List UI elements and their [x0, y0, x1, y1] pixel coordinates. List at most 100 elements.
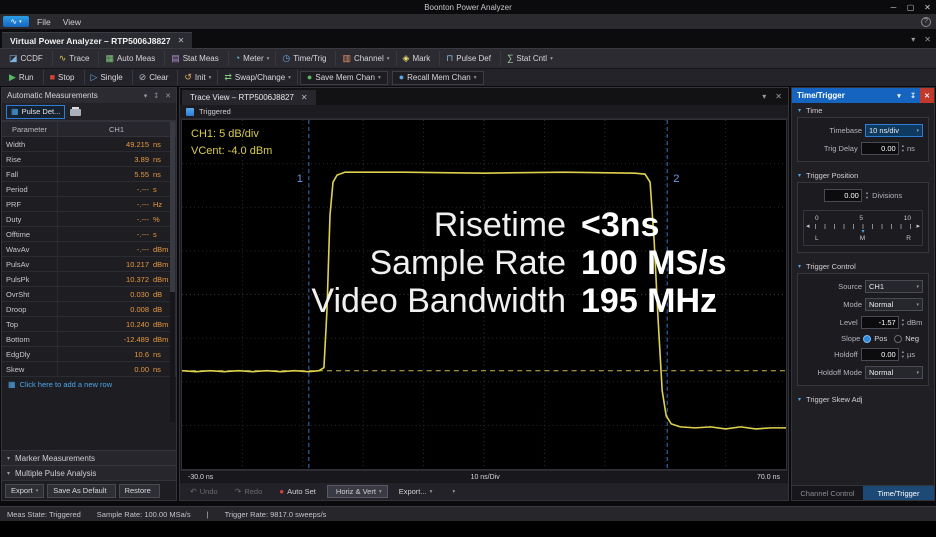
left-panel-scrollbar[interactable]: [170, 122, 175, 422]
tabstrip-close-icon[interactable]: ✕: [924, 35, 931, 44]
slider-left-arrow-icon[interactable]: ◂: [806, 222, 810, 230]
pin-icon[interactable]: ↧: [906, 88, 920, 103]
trace-footer-button[interactable]: ↷ Redo: [229, 485, 272, 498]
boonton-logo-icon[interactable]: ∿▾: [3, 16, 29, 27]
holdoff-input[interactable]: [861, 348, 899, 361]
measurement-name: Offtime: [2, 227, 58, 242]
right-panel-tab[interactable]: Time/Trigger: [863, 486, 934, 500]
trace-footer-button[interactable]: ▾: [440, 485, 461, 498]
control-toolbar-button[interactable]: ⊘ Clear: [133, 70, 179, 85]
collapsed-section-header[interactable]: ▾ Multiple Pulse Analysis: [2, 465, 176, 480]
oscilloscope-display[interactable]: 12 CH1: 5 dB/div VCent: -4.0 dBm Risetim…: [181, 119, 787, 470]
footer-button[interactable]: Export ▾: [5, 484, 44, 498]
measurement-row[interactable]: Period -.---s: [2, 182, 176, 197]
spinner-control[interactable]: ▴▾: [902, 350, 904, 358]
app-tab[interactable]: Virtual Power Analyzer – RTP5006J8827 ✕: [2, 32, 192, 48]
scrollbar-thumb[interactable]: [170, 122, 175, 292]
trig-delay-input[interactable]: [861, 142, 899, 155]
measurement-row[interactable]: WavAv -.---dBm: [2, 242, 176, 257]
timebase-dropdown[interactable]: 10 ns/div ▾: [865, 124, 923, 137]
measurement-row[interactable]: PRF -.---Hz: [2, 197, 176, 212]
slope-pos-radio[interactable]: [863, 335, 871, 343]
measurement-row[interactable]: OvrSht 0.030dB: [2, 287, 176, 302]
app-tab-close-icon[interactable]: ✕: [178, 36, 185, 45]
pin-icon[interactable]: ↧: [153, 92, 159, 100]
view-toolbar-button[interactable]: ∑ Stat Cntl ▾: [501, 51, 559, 66]
control-toolbar-button[interactable]: ■ Stop: [44, 70, 85, 85]
minimize-icon[interactable]: ─: [885, 0, 902, 14]
spinner-control[interactable]: ▴▾: [866, 191, 868, 199]
add-measurement-row[interactable]: ▦ Click here to add a new row: [2, 377, 176, 392]
measurement-row[interactable]: PulsPk 10.372dBm: [2, 272, 176, 287]
panel-close-icon[interactable]: ✕: [775, 92, 782, 101]
menu-item[interactable]: View: [57, 17, 87, 27]
collapsed-section-header[interactable]: ▾ Marker Measurements: [2, 450, 176, 465]
print-icon[interactable]: [70, 109, 81, 116]
control-toolbar-button[interactable]: ▶ Run: [3, 70, 44, 85]
spinner-control[interactable]: ▴▾: [902, 318, 904, 326]
footer-button[interactable]: Restore: [119, 484, 160, 498]
trace-footer-button[interactable]: Export... ▾: [390, 485, 439, 498]
control-toolbar-button[interactable]: ⇄ Swap/Change ▾: [218, 70, 298, 85]
view-toolbar-button[interactable]: ∿ Trace: [53, 51, 100, 66]
slider-right-arrow-icon[interactable]: ▸: [916, 222, 920, 230]
control-toolbar-button[interactable]: ● Save Mem Chan ▾: [300, 71, 388, 85]
panel-close-icon[interactable]: ✕: [920, 88, 934, 103]
measurement-row[interactable]: Rise 3.89ns: [2, 152, 176, 167]
view-toolbar-button[interactable]: ◔ Meter ▾: [229, 51, 277, 66]
maximize-icon[interactable]: ▢: [902, 0, 919, 14]
slope-neg-radio[interactable]: [894, 335, 902, 343]
trace-footer-button[interactable]: ↶ Undo: [184, 485, 227, 498]
view-toolbar-button[interactable]: ◷ Time/Trig: [276, 51, 336, 66]
trigger-skew-header[interactable]: ▾ Trigger Skew Adj: [792, 392, 934, 406]
trigger-position-input[interactable]: [824, 189, 862, 202]
time-section-header[interactable]: ▾ Time: [792, 103, 934, 117]
control-toolbar-button[interactable]: ● Recall Mem Chan ▾: [392, 71, 484, 85]
measurement-row[interactable]: Width 49.215ns: [2, 137, 176, 152]
measurement-row[interactable]: Fall 5.55ns: [2, 167, 176, 182]
trigger-position-slider[interactable]: ◂ ▸ 0510 ▾ LMR: [803, 210, 923, 246]
tab-list-caret-icon[interactable]: ▾: [911, 35, 915, 44]
measurement-row[interactable]: Offtime -.---s: [2, 227, 176, 242]
view-toolbar-button[interactable]: ⊓ Pulse Def: [440, 51, 501, 66]
trigger-level-input[interactable]: [861, 316, 899, 329]
view-toolbar-button[interactable]: ▦ Auto Meas: [99, 51, 165, 66]
menu-item[interactable]: File: [31, 17, 57, 27]
measurement-value: 0.008dB: [58, 302, 176, 317]
trace-tab-close-icon[interactable]: ✕: [301, 93, 308, 102]
view-toolbar-button[interactable]: ◪ CCDF: [3, 51, 53, 66]
right-panel-tab[interactable]: Channel Control: [792, 486, 863, 500]
toolbar-button-icon: ◈: [403, 54, 410, 63]
control-toolbar-button[interactable]: ↺ Init ▾: [178, 70, 218, 85]
pulse-det-button[interactable]: ▦ Pulse Det...: [6, 105, 65, 119]
toolbar-button-icon: ∿: [59, 54, 67, 63]
spinner-control[interactable]: ▴▾: [902, 144, 904, 152]
view-toolbar-button[interactable]: ▤ Stat Meas: [165, 51, 229, 66]
trace-view-tab[interactable]: Trace View – RTP5006J8827 ✕: [182, 90, 316, 105]
collapse-chevron-icon[interactable]: ▾: [892, 88, 906, 103]
measurement-row[interactable]: Droop 0.008dB: [2, 302, 176, 317]
trigger-mode-dropdown[interactable]: Normal▾: [865, 298, 923, 311]
measurement-row[interactable]: Top 10.240dBm: [2, 317, 176, 332]
holdoff-mode-dropdown[interactable]: Normal▾: [865, 366, 923, 379]
collapse-chevron-icon[interactable]: ▾: [144, 92, 148, 100]
view-toolbar-button[interactable]: ▥ Channel ▾: [336, 51, 396, 66]
footer-button[interactable]: Save As Default: [47, 484, 115, 498]
view-toolbar-button[interactable]: ◈ Mark: [397, 51, 441, 66]
control-toolbar-button[interactable]: ▷ Single: [85, 70, 133, 85]
close-icon[interactable]: ✕: [919, 0, 936, 14]
tab-list-caret-icon[interactable]: ▾: [762, 92, 766, 101]
trigger-source-dropdown[interactable]: CH1▾: [865, 280, 923, 293]
trace-footer-button[interactable]: Horiz & Vert ▾: [327, 485, 388, 498]
measurement-row[interactable]: Duty -.---%: [2, 212, 176, 227]
trigger-control-header[interactable]: ▾ Trigger Control: [792, 259, 934, 273]
trigger-position-header[interactable]: ▾ Trigger Position: [792, 168, 934, 182]
panel-close-icon[interactable]: ✕: [165, 92, 171, 100]
measurement-row[interactable]: PulsAv 10.217dBm: [2, 257, 176, 272]
trace-footer-button[interactable]: ● Auto Set: [273, 485, 325, 498]
measurement-row[interactable]: Bottom -12.489dBm: [2, 332, 176, 347]
measurement-row[interactable]: EdgDly 10.6ns: [2, 347, 176, 362]
help-icon[interactable]: ?: [921, 17, 931, 27]
measurement-row[interactable]: Skew 0.00ns: [2, 362, 176, 377]
tabstrip-controls: ▾ ✕: [911, 35, 931, 44]
